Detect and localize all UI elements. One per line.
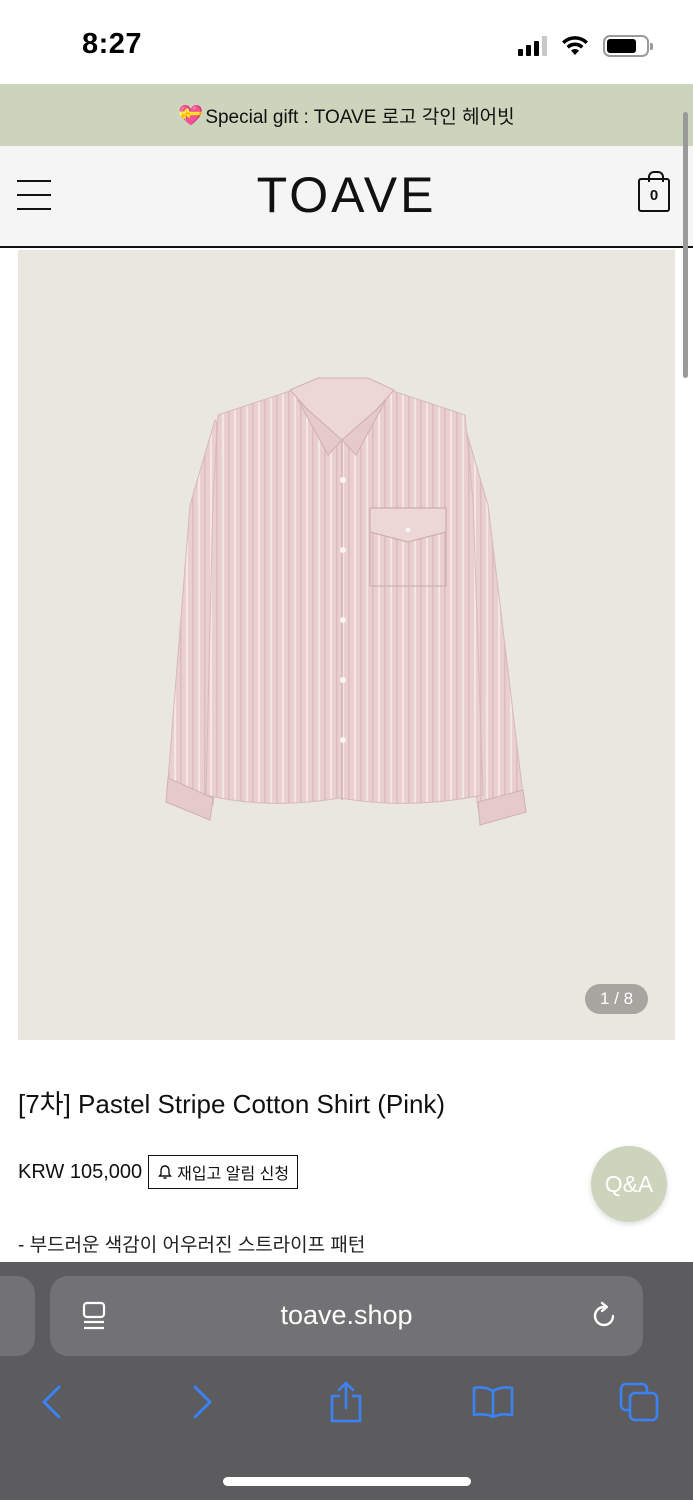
product-description: - 부드러운 색감이 어우러진 스트라이프 패턴 bbox=[18, 1235, 366, 1256]
gift-heart-icon: 💝 bbox=[178, 104, 204, 127]
address-bar[interactable]: toave.shop bbox=[50, 1276, 643, 1356]
site-logo[interactable]: TOAVE bbox=[0, 166, 693, 224]
previous-tab-preview[interactable] bbox=[0, 1276, 35, 1356]
url-text: toave.shop bbox=[280, 1300, 413, 1330]
cart-button[interactable]: 0 bbox=[638, 171, 670, 212]
promo-text: Special gift : TOAVE 로고 각인 헤어빗 bbox=[205, 106, 515, 128]
promo-banner[interactable]: 💝 Special gift : TOAVE 로고 각인 헤어빗 bbox=[0, 84, 693, 146]
cart-count: 0 bbox=[649, 186, 659, 204]
back-icon[interactable] bbox=[27, 1372, 77, 1432]
bookmarks-icon[interactable] bbox=[468, 1372, 518, 1432]
wifi-icon bbox=[562, 36, 588, 55]
browser-bottom-bar: toave.shop bbox=[0, 1262, 693, 1500]
bell-icon bbox=[158, 1165, 173, 1179]
restock-button-label: 재입고 알림 신청 bbox=[177, 1166, 290, 1183]
product-title: [7차] Pastel Stripe Cotton Shirt (Pink) bbox=[18, 1089, 446, 1119]
site-header: TOAVE 0 bbox=[0, 146, 693, 248]
product-price: KRW 105,000 bbox=[18, 1160, 143, 1183]
browser-toolbar bbox=[0, 1372, 693, 1432]
status-time: 8:27 bbox=[82, 28, 143, 60]
shirt-illustration bbox=[165, 377, 527, 826]
price-row: KRW 105,000 재입고 알림 신청 bbox=[18, 1155, 299, 1189]
status-icons bbox=[518, 32, 653, 60]
share-icon[interactable] bbox=[321, 1372, 371, 1432]
home-indicator[interactable] bbox=[223, 1477, 471, 1486]
product-image[interactable]: 1 / 8 bbox=[18, 250, 675, 1040]
image-counter: 1 / 8 bbox=[585, 984, 648, 1014]
battery-icon bbox=[603, 35, 653, 57]
reload-icon[interactable] bbox=[588, 1300, 620, 1332]
forward-icon[interactable] bbox=[177, 1372, 227, 1432]
restock-alert-button[interactable]: 재입고 알림 신청 bbox=[148, 1155, 299, 1189]
status-bar: 8:27 bbox=[0, 0, 693, 84]
page-scrollbar[interactable] bbox=[683, 112, 688, 378]
cellular-signal-icon bbox=[518, 36, 547, 56]
tabs-icon[interactable] bbox=[614, 1372, 664, 1432]
qa-floating-button[interactable]: Q&A bbox=[591, 1146, 667, 1222]
